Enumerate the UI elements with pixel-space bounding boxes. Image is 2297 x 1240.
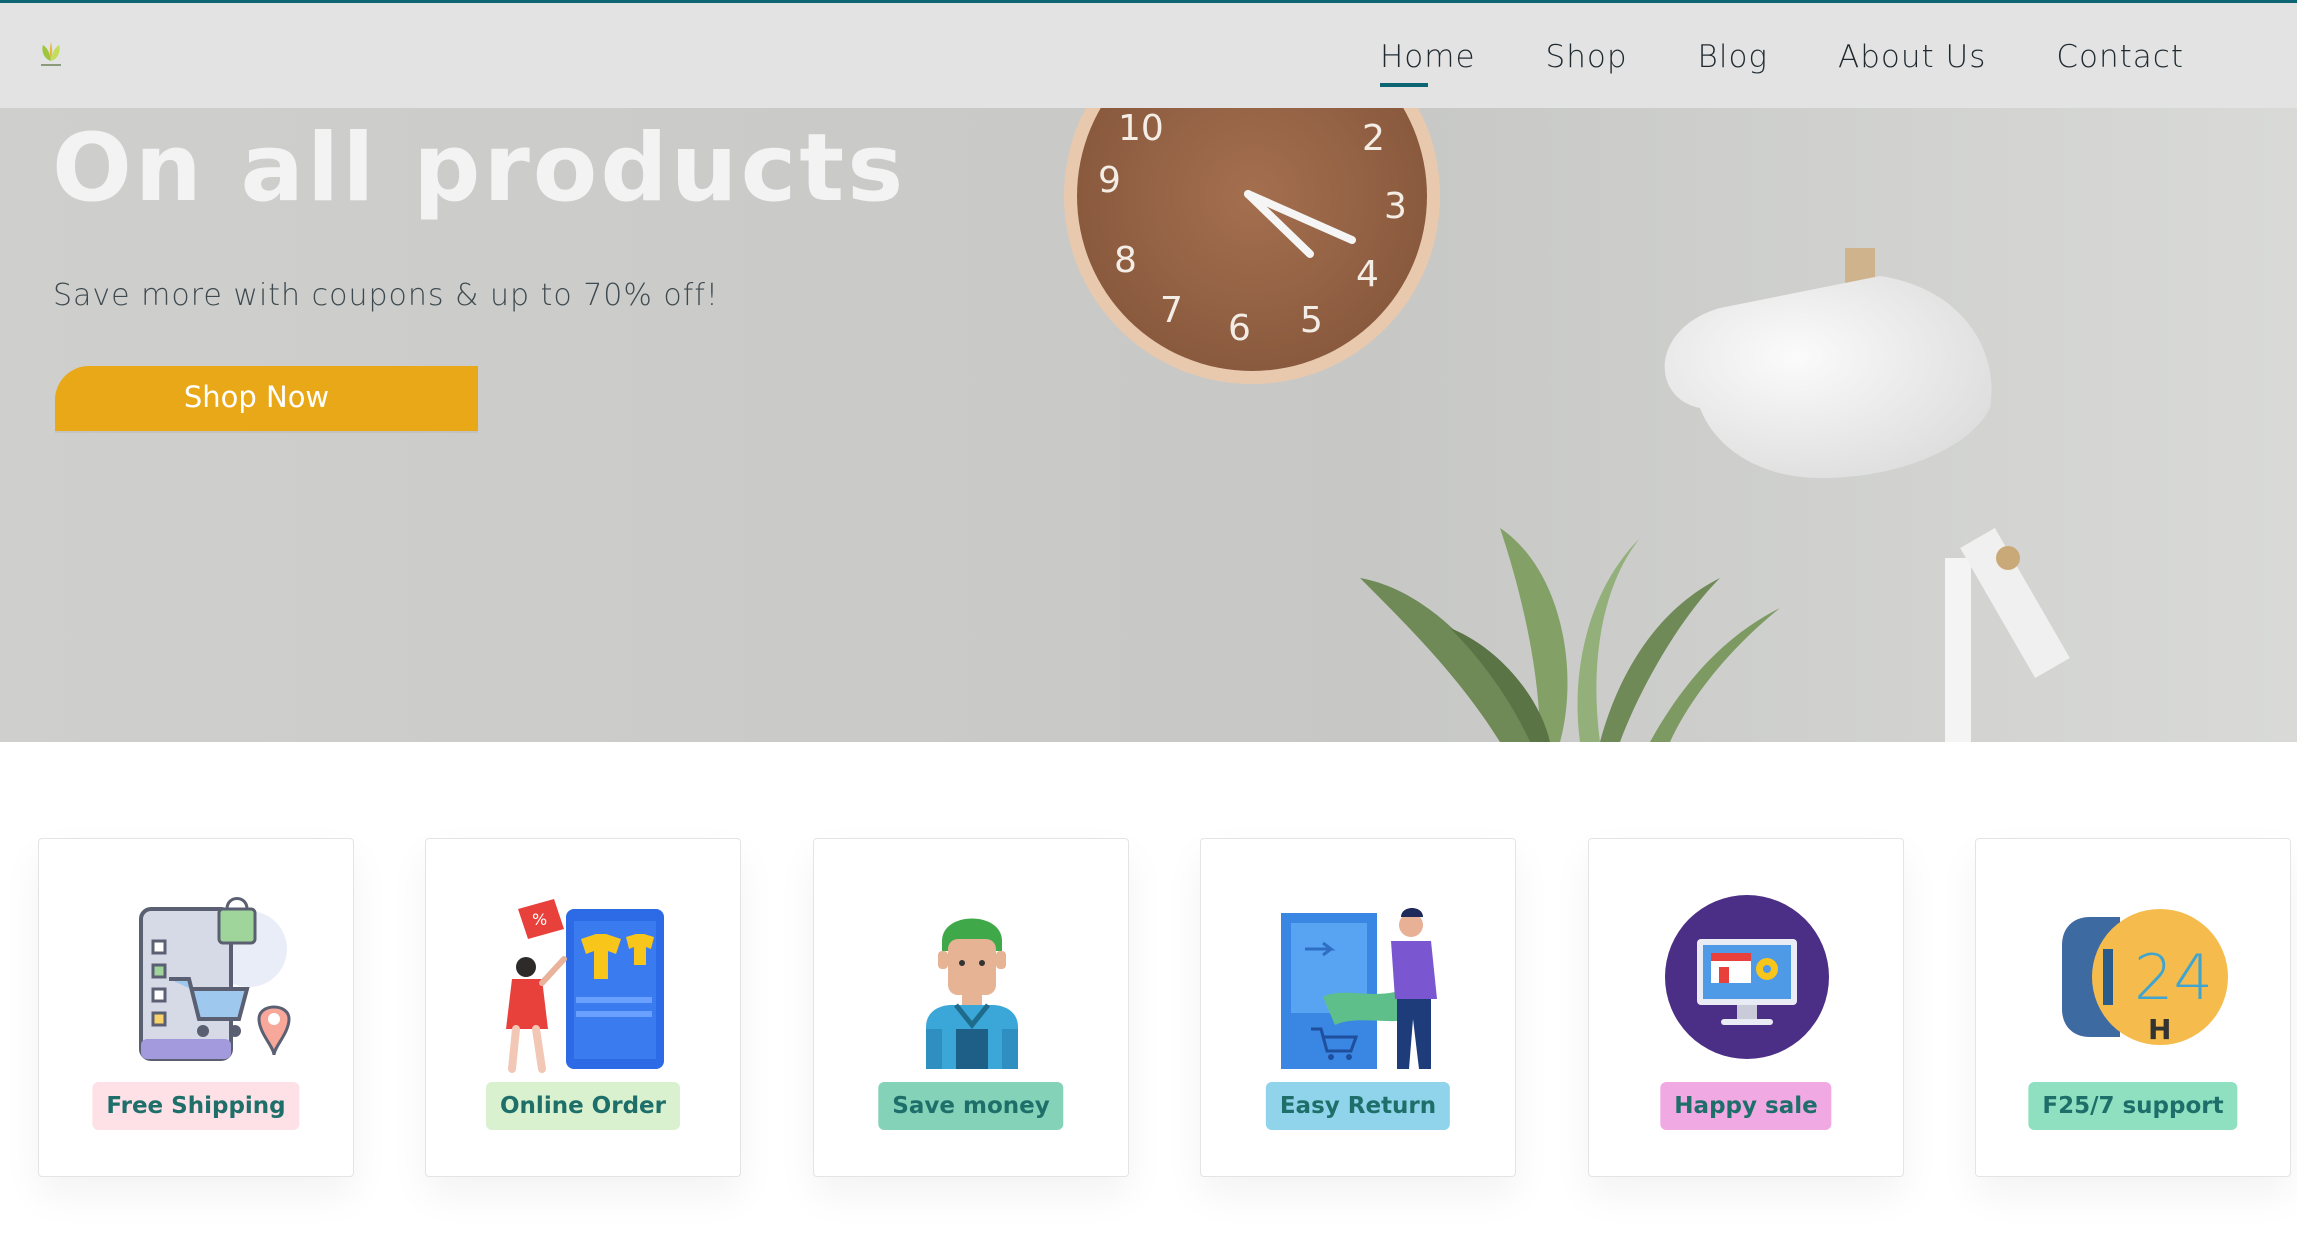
- feature-card-easy-return[interactable]: Easy Return: [1200, 838, 1516, 1177]
- main-nav: Home Shop Blog About Us Contact: [1380, 3, 2254, 111]
- svg-text:8: 8: [1114, 240, 1137, 281]
- badge-happy-sale: Happy sale: [1660, 1082, 1832, 1130]
- site-header: Home Shop Blog About Us Contact: [0, 0, 2297, 108]
- shopping-cart-phone-icon: [139, 897, 291, 1061]
- support-24h-icon: 24 H: [2062, 909, 2228, 1046]
- badge-support: F25/7 support: [2028, 1082, 2238, 1130]
- online-shopping-icon: %: [506, 899, 664, 1073]
- svg-text:10: 10: [1118, 108, 1164, 149]
- nav-home[interactable]: Home: [1380, 39, 1476, 87]
- svg-text:%: %: [532, 910, 547, 929]
- feature-card-save-money[interactable]: Save money: [813, 838, 1129, 1177]
- svg-text:4: 4: [1356, 254, 1379, 295]
- feature-card-happy-sale[interactable]: Happy sale: [1588, 838, 1904, 1177]
- badge-save-money: Save money: [878, 1082, 1064, 1130]
- feature-card-online-order[interactable]: % Online Order: [425, 838, 741, 1177]
- feature-card-support[interactable]: 24 H F25/7 support: [1975, 838, 2291, 1177]
- nav-blog[interactable]: Blog: [1698, 39, 1768, 75]
- svg-text:3: 3: [1384, 186, 1407, 227]
- return-delivery-icon: [1281, 908, 1437, 1069]
- svg-text:5: 5: [1300, 300, 1323, 341]
- svg-text:24: 24: [2134, 941, 2213, 1014]
- svg-text:2: 2: [1362, 118, 1385, 159]
- badge-easy-return: Easy Return: [1265, 1082, 1451, 1130]
- badge-online-order: Online Order: [486, 1082, 680, 1130]
- badge-free-shipping: Free Shipping: [92, 1082, 300, 1130]
- feature-card-free-shipping[interactable]: Free Shipping: [38, 838, 354, 1177]
- nav-shop[interactable]: Shop: [1546, 39, 1628, 75]
- features-section: Free Shipping % Online Order Save money …: [0, 742, 2297, 1240]
- hero-subtitle: Save more with coupons & up to 70% off!: [53, 278, 719, 313]
- svg-text:6: 6: [1228, 308, 1251, 349]
- svg-text:H: H: [2148, 1013, 2171, 1046]
- person-icon: [926, 918, 1018, 1069]
- leaf-logo-icon[interactable]: [36, 39, 66, 69]
- shop-now-button[interactable]: Shop Now: [55, 366, 478, 431]
- svg-text:7: 7: [1160, 290, 1183, 331]
- hero-banner: 10 2 9 3 8 4 7 6 5 On all products Save …: [0, 108, 2297, 742]
- svg-text:9: 9: [1098, 160, 1121, 201]
- nav-about-us[interactable]: About Us: [1838, 39, 1986, 75]
- nav-contact[interactable]: Contact: [2056, 39, 2184, 75]
- hero-title: On all products: [52, 114, 907, 223]
- monitor-store-icon: [1665, 895, 1829, 1059]
